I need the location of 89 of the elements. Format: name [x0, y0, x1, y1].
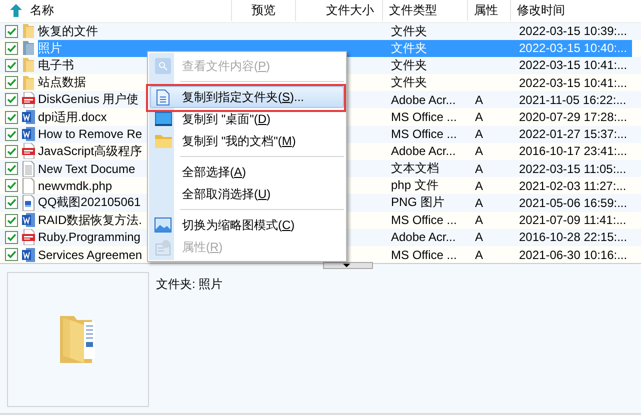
modified-time: 2022-03-15 10:39:... [518, 24, 628, 38]
file-type: Adobe Acr... [390, 144, 457, 158]
modified-time: 2020-07-29 17:28:... [518, 110, 628, 124]
file-type: Adobe Acr... [390, 92, 457, 107]
file-name[interactable]: dpi适用.docx [38, 108, 107, 126]
file-name[interactable]: How to Remove Re [38, 127, 142, 142]
file-name[interactable]: 电子书 [38, 56, 74, 74]
modified-time: 2021-02-03 11:27:... [518, 178, 628, 193]
modified-time: 2022-03-15 11:05:... [518, 162, 628, 176]
file-attribute: A [474, 248, 484, 262]
file-type: 文件夹 [390, 22, 428, 40]
checkbox[interactable] [5, 248, 18, 262]
modified-time: 2016-10-17 23:41:... [518, 144, 628, 158]
file-name[interactable]: RAID数据恢复方法. [38, 212, 142, 229]
column-header[interactable]: 名称 [30, 2, 54, 20]
up-arrow-icon[interactable] [10, 4, 22, 18]
file-name[interactable]: DiskGenius 用户使 [38, 91, 139, 108]
checkbox[interactable] [5, 42, 18, 55]
column-header[interactable]: 预览 [252, 2, 276, 20]
properties-icon [154, 238, 172, 256]
document-icon [156, 88, 170, 106]
column-header[interactable]: 文件类型 [389, 2, 437, 20]
file-attribute: A [474, 178, 484, 193]
modified-time: 2021-05-06 16:59:... [518, 196, 628, 210]
desktop-icon [154, 112, 172, 126]
file-type: Adobe Acr... [390, 230, 457, 244]
folder-icon [22, 74, 35, 91]
modified-time: 2021-07-09 11:41:... [518, 213, 628, 228]
magnifier-icon [155, 58, 171, 74]
file-name[interactable]: Ruby.Programming [38, 230, 140, 244]
checkbox[interactable] [5, 179, 18, 192]
menu-item[interactable]: 复制到 "我的文档"(M) [150, 130, 344, 152]
file-type: 文件夹 [390, 40, 428, 57]
menu-item[interactable]: 复制到 "桌面"(D) [150, 108, 344, 130]
modified-time: 2016-10-28 22:15:... [518, 230, 628, 244]
folder-icon [22, 57, 35, 74]
menu-item[interactable]: 全部取消选择(U) [150, 183, 344, 205]
file-attribute: A [474, 144, 484, 158]
column-header[interactable]: 修改时间 [517, 2, 565, 20]
modified-time: 2021-06-30 10:16:... [518, 248, 628, 262]
file-attribute: A [474, 213, 484, 228]
file-type: 文本文档 [390, 160, 440, 178]
file-name[interactable]: 站点数据 [38, 74, 86, 92]
modified-time: 2021-11-05 16:22:... [518, 92, 628, 107]
checkbox[interactable] [5, 214, 18, 227]
file-name[interactable]: Services Agreemen [38, 248, 142, 262]
menu-item[interactable]: 复制到指定文件夹(S)... [150, 86, 344, 108]
file-name[interactable]: 恢复的文件 [38, 22, 98, 40]
modified-time: 2022-03-15 10:41:... [518, 58, 628, 72]
file-type: MS Office ... [390, 127, 458, 142]
checkbox[interactable] [5, 162, 18, 176]
checkbox[interactable] [5, 24, 18, 38]
file-type: 文件夹 [390, 56, 428, 74]
column-header[interactable]: 属性 [474, 2, 498, 20]
file-attribute: A [474, 230, 484, 244]
modified-time: 2022-03-15 10:41:... [518, 76, 628, 90]
file-name[interactable]: New Text Docume [38, 162, 136, 176]
file-attribute: A [474, 92, 484, 107]
folder-icon [22, 40, 35, 56]
file-type: PNG 图片 [390, 194, 446, 212]
column-header[interactable]: 文件大小 [326, 2, 374, 20]
file-type: MS Office ... [390, 248, 458, 262]
checkbox[interactable] [5, 110, 18, 124]
file-attribute: A [474, 162, 484, 176]
splitter-handle[interactable] [323, 262, 373, 269]
file-type: php 文件 [390, 177, 440, 194]
modified-time: 2022-01-27 15:37:... [518, 127, 628, 142]
checkbox[interactable] [5, 58, 18, 72]
detail-caption: 文件夹: 照片 [156, 276, 223, 290]
checkbox[interactable] [5, 230, 18, 244]
folder-icon [22, 23, 35, 40]
file-attribute: A [474, 127, 484, 142]
checkbox[interactable] [5, 93, 18, 106]
modified-time: 2022-03-15 10:40:... [518, 41, 628, 56]
file-name[interactable]: newvmdk.php [38, 178, 112, 193]
checkbox[interactable] [5, 144, 18, 158]
file-type: MS Office ... [390, 213, 458, 228]
checkbox[interactable] [5, 76, 18, 90]
file-attribute: A [474, 196, 484, 210]
menu-item[interactable]: 切换为缩略图模式(C) [150, 214, 344, 236]
checkbox[interactable] [5, 128, 18, 141]
file-type: 文件夹 [390, 74, 428, 92]
file-type: MS Office ... [390, 110, 458, 124]
file-attribute: A [474, 110, 484, 124]
folder-icon [60, 316, 96, 363]
menu-item[interactable]: 全部选择(A) [150, 161, 344, 183]
checkbox[interactable] [5, 196, 18, 210]
file-name[interactable]: QQ截图202105061 [38, 194, 141, 212]
file-name[interactable]: JavaScript高级程序 [38, 142, 142, 160]
